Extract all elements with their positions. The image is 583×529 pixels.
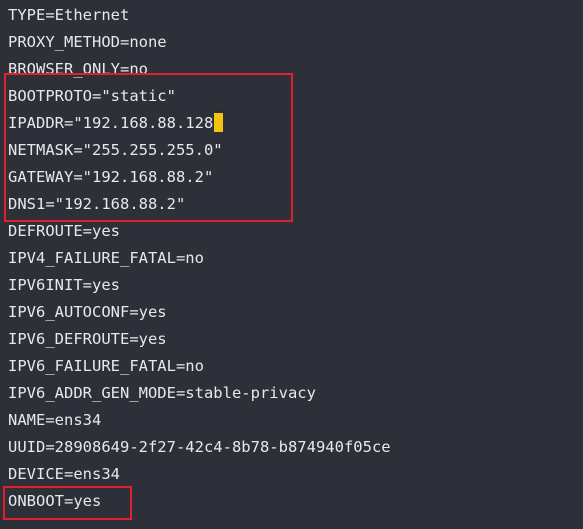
- config-line-device: DEVICE=ens34: [8, 465, 120, 483]
- config-line-ipv6-autoconf: IPV6_AUTOCONF=yes: [8, 303, 167, 321]
- config-line-proxy-method: PROXY_METHOD=none: [8, 33, 167, 51]
- terminal-window[interactable]: TYPE=Ethernet PROXY_METHOD=none BROWSER_…: [0, 0, 583, 529]
- config-line-ipv4-failure-fatal: IPV4_FAILURE_FATAL=no: [8, 249, 204, 267]
- config-line-ipv6-addr-gen-mode: IPV6_ADDR_GEN_MODE=stable-privacy: [8, 384, 316, 402]
- config-line-ipv6-defroute: IPV6_DEFROUTE=yes: [8, 330, 167, 348]
- config-line-type: TYPE=Ethernet: [8, 6, 130, 24]
- config-line-ipv6-failure-fatal: IPV6_FAILURE_FATAL=no: [8, 357, 204, 375]
- config-line-name: NAME=ens34: [8, 411, 102, 429]
- config-line-ipv6init: IPV6INIT=yes: [8, 276, 120, 294]
- config-line-uuid: UUID=28908649-2f27-42c4-8b78-b874940f05c…: [8, 438, 391, 456]
- config-line-defroute: DEFROUTE=yes: [8, 222, 120, 240]
- static-ip-highlight-box: [4, 73, 293, 222]
- onboot-highlight-box: [3, 486, 132, 520]
